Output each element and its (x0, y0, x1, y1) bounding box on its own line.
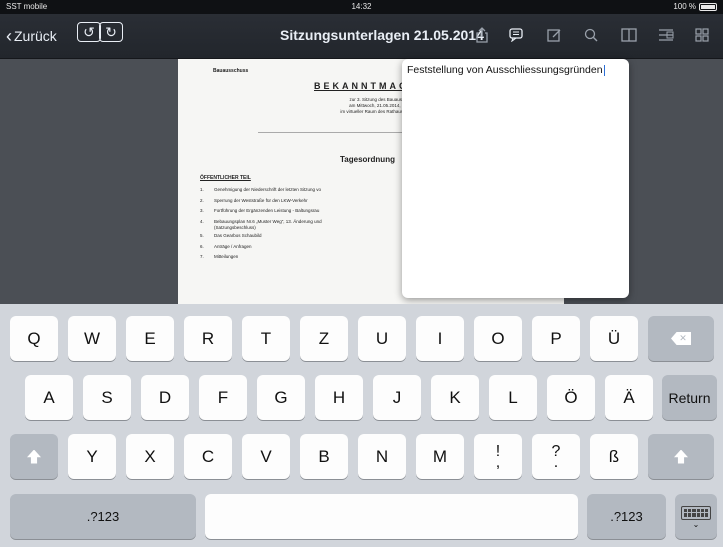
key-c[interactable]: C (184, 434, 232, 479)
shift-icon (27, 449, 41, 464)
agenda-item-number: 6. (200, 243, 204, 249)
edit-icon[interactable] (544, 25, 564, 45)
agenda-item-text: Fortführung der Ergänzenden Leistung - B… (214, 208, 320, 213)
on-screen-keyboard: Q W E R T Z U I O P Ü ✕ A S D F G H J K … (0, 304, 723, 547)
page-title: Sitzungsunterlagen 21.05.2014 (280, 27, 484, 43)
undo-button[interactable]: ↺ (77, 22, 101, 42)
key-x[interactable]: X (126, 434, 174, 479)
key-k[interactable]: K (431, 375, 479, 420)
key-o[interactable]: O (474, 316, 522, 361)
agenda-item: 7. Mitteilungen (200, 252, 322, 263)
agenda-item-text: Bebauungsplan Nr.6 „Muster Weg", 13. Änd… (214, 218, 322, 224)
agenda-item-number: 5. (200, 233, 204, 238)
key-n[interactable]: N (358, 434, 406, 479)
key-g[interactable]: G (257, 375, 305, 420)
list-icon[interactable] (656, 25, 676, 45)
key-i[interactable]: I (416, 316, 464, 361)
key-f[interactable]: F (199, 375, 247, 420)
key-u[interactable]: U (358, 316, 406, 361)
key-v[interactable]: V (242, 434, 290, 479)
redo-icon: ↻ (105, 23, 117, 40)
agenda-item: 5. Das Gearbos Schaubild (200, 231, 322, 242)
space-bar[interactable] (205, 494, 578, 539)
agenda-item-number: 1. (200, 187, 204, 192)
section-heading: ÖFFENTLICHER TEIL (200, 175, 251, 181)
key-t[interactable]: T (242, 316, 290, 361)
back-button[interactable]: ‹ Zurück (6, 26, 57, 46)
navigation-bar: ‹ Zurück ↺ ↻ Sitzungsunterlagen 21.05.20… (0, 14, 723, 59)
key-q[interactable]: Q (10, 316, 58, 361)
key-ue[interactable]: Ü (590, 316, 638, 361)
back-label: Zurück (14, 28, 57, 44)
note-text: Feststellung von Ausschliessungsgründen (407, 64, 603, 76)
key-z[interactable]: Z (300, 316, 348, 361)
key-sz[interactable]: ß (590, 434, 638, 479)
note-editor[interactable]: Feststellung von Ausschliessungsgründen (402, 59, 629, 298)
agenda-item-text: (Satzungsbeschluss) (214, 225, 256, 230)
search-icon[interactable] (581, 25, 601, 45)
agenda-item-number: 3. (200, 208, 204, 213)
numbers-key-right[interactable]: .?123 (587, 494, 666, 539)
undo-icon: ↺ (83, 23, 95, 40)
key-a[interactable]: A (25, 375, 73, 420)
chevron-left-icon: ‹ (6, 26, 12, 46)
key-l[interactable]: L (489, 375, 537, 420)
key-e[interactable]: E (126, 316, 174, 361)
return-key[interactable]: Return (662, 375, 717, 420)
agenda-item-text: Sperrung der Weststraße für den LKW-Verk… (214, 197, 308, 203)
battery-percent: 100 % (673, 2, 696, 11)
key-y[interactable]: Y (68, 434, 116, 479)
clock: 14:32 (351, 2, 372, 11)
key-ae[interactable]: Ä (605, 375, 653, 420)
agenda-item: 2. Sperrung der Weststraße für den LKW-Ve… (200, 196, 322, 207)
key-d[interactable]: D (141, 375, 189, 420)
document-committee: Bauausschuss (213, 68, 249, 74)
grid-icon[interactable] (692, 25, 712, 45)
key-w[interactable]: W (68, 316, 116, 361)
key-question-period[interactable]: ? . (532, 434, 580, 479)
key-bottom-char: , (495, 453, 501, 471)
numbers-key-left[interactable]: .?123 (10, 494, 196, 539)
note-text-field[interactable]: Feststellung von Ausschliessungsgründen (407, 64, 605, 76)
agenda-item-text: Anträge / Anfragen (214, 243, 252, 249)
key-j[interactable]: J (373, 375, 421, 420)
key-s[interactable]: S (83, 375, 131, 420)
key-bottom-char: . (553, 453, 559, 471)
redo-button[interactable]: ↻ (99, 22, 123, 42)
keyboard-icon (681, 505, 711, 520)
key-m[interactable]: M (416, 434, 464, 479)
battery-indicator: 100 % (673, 2, 717, 11)
agenda-item-text: Mitteilungen (214, 254, 239, 259)
key-exclamation-comma[interactable]: ! , (474, 434, 522, 479)
chevron-down-icon: ⌄ (692, 519, 700, 529)
key-h[interactable]: H (315, 375, 363, 420)
shift-key-left[interactable] (10, 434, 58, 479)
status-bar: SST mobile 14:32 100 % (0, 0, 723, 14)
shift-icon (674, 449, 688, 464)
key-b[interactable]: B (300, 434, 348, 479)
book-icon[interactable] (619, 25, 639, 45)
key-r[interactable]: R (184, 316, 232, 361)
agenda-item-number: 7. (200, 254, 204, 259)
backspace-icon: ✕ (671, 332, 691, 345)
hide-keyboard-key[interactable]: ⌄ (675, 494, 717, 539)
agenda-item: 3. Fortführung der Ergänzenden Leistung -… (200, 206, 322, 217)
agenda-item: 1. Genehmigung der Niederschrift der letz… (200, 185, 322, 196)
text-cursor (603, 64, 605, 76)
key-p[interactable]: P (532, 316, 580, 361)
notes-icon[interactable] (506, 25, 526, 45)
shift-key-right[interactable] (648, 434, 714, 479)
agenda-item-text: Das Gearbos Schaubild (214, 233, 262, 238)
agenda-item: 6. Anträge / Anfragen (200, 242, 322, 253)
key-oe[interactable]: Ö (547, 375, 595, 420)
agenda-item-text: Genehmigung der Niederschrift der letzte… (214, 187, 322, 192)
battery-icon (699, 2, 717, 11)
agenda-title: Tagesordnung (340, 155, 395, 164)
share-icon[interactable] (472, 25, 492, 45)
agenda-list: 1. Genehmigung der Niederschrift der letz… (200, 185, 322, 263)
backspace-key[interactable]: ✕ (648, 316, 714, 361)
agenda-item-number: 2. (200, 197, 204, 203)
